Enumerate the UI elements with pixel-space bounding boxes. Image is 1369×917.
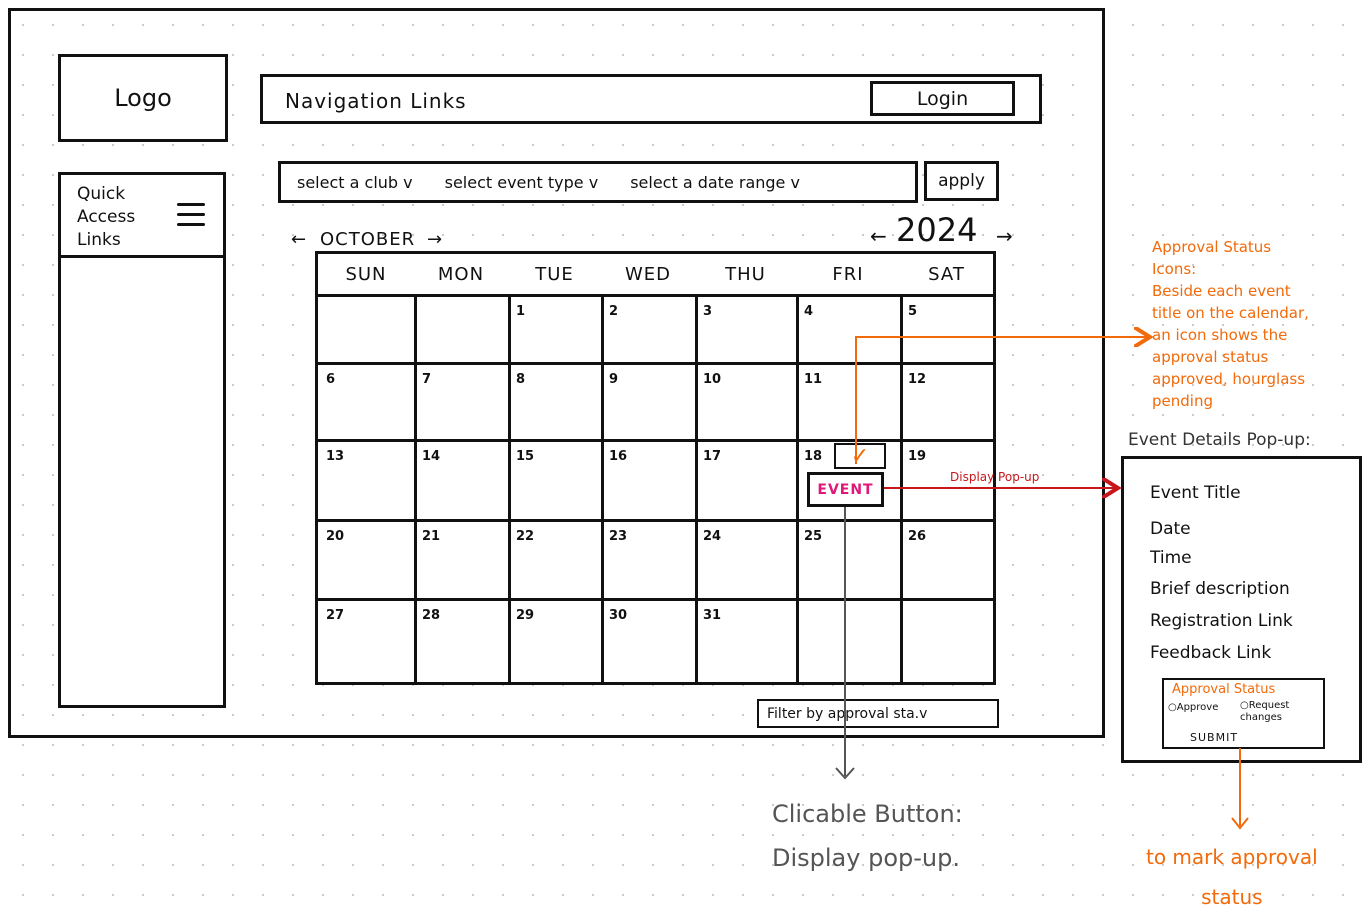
day-name: FRI: [832, 264, 864, 285]
sidebar-title: Quick Access Links: [77, 184, 136, 250]
day-name: SUN: [345, 264, 387, 285]
grid-column-line: [796, 294, 799, 682]
login-label: Login: [916, 87, 969, 110]
day-cell[interactable]: 14: [422, 449, 440, 464]
approval-icons-annotation: Approval Status Icons: Beside each event…: [1152, 238, 1309, 410]
date-range-select[interactable]: select a date range v: [630, 173, 800, 192]
grid-row-line: [318, 598, 993, 601]
day-cell[interactable]: 24: [703, 529, 721, 544]
popup-description: Brief description: [1150, 579, 1290, 599]
club-select[interactable]: select a club v: [297, 173, 413, 192]
mark-status-arrowhead: [1231, 817, 1249, 830]
day-cell[interactable]: 22: [516, 529, 534, 544]
day-cell[interactable]: 19: [908, 449, 926, 464]
day-cell[interactable]: 11: [804, 372, 822, 387]
grid-column-line: [601, 294, 604, 682]
day-name: SAT: [928, 264, 965, 285]
month-label: OCTOBER: [320, 229, 416, 250]
prev-month-arrow-icon[interactable]: ←: [291, 229, 306, 250]
popup-time: Time: [1150, 548, 1192, 568]
day-cell[interactable]: 26: [908, 529, 926, 544]
request-changes-radio[interactable]: ○Request changes: [1240, 700, 1289, 724]
checkmark-icon: ✓: [850, 443, 870, 469]
day-cell[interactable]: 6: [326, 372, 335, 387]
day-cell[interactable]: 13: [326, 449, 344, 464]
day-cell[interactable]: 27: [326, 608, 344, 623]
popup-registration-link[interactable]: Registration Link: [1150, 611, 1293, 631]
approval-status-filter[interactable]: Filter by approval sta.v: [757, 699, 999, 728]
grid-row-line: [318, 294, 993, 297]
day-cell[interactable]: 17: [703, 449, 721, 464]
next-year-arrow-icon[interactable]: →: [996, 224, 1013, 248]
grid-column-line: [900, 294, 903, 682]
navigation-links[interactable]: Navigation Links: [285, 89, 467, 113]
approve-radio[interactable]: ○Approve: [1168, 702, 1218, 713]
day-cell[interactable]: 31: [703, 608, 721, 623]
day-cell[interactable]: 8: [516, 372, 525, 387]
day-name: THU: [725, 264, 766, 285]
prev-year-arrow-icon[interactable]: ←: [870, 224, 887, 248]
sidebar-header: Quick Access Links: [61, 175, 223, 258]
submit-button[interactable]: SUBMIT: [1190, 731, 1238, 744]
popup-feedback-link[interactable]: Feedback Link: [1150, 643, 1271, 663]
day-cell[interactable]: 2: [609, 304, 618, 319]
approval-check-icon: ✓: [834, 443, 886, 469]
approval-status-box: Approval Status ○Approve ○Request change…: [1162, 678, 1325, 749]
day-cell[interactable]: 12: [908, 372, 926, 387]
apply-button[interactable]: apply: [924, 161, 999, 201]
day-cell[interactable]: 29: [516, 608, 534, 623]
popup-heading-annotation: Event Details Pop-up:: [1128, 430, 1311, 450]
event-label: EVENT: [817, 481, 874, 498]
filter-bar: select a club v select event type v sele…: [278, 161, 918, 203]
approval-filter-label: Filter by approval sta.v: [767, 705, 928, 722]
day-cell[interactable]: 25: [804, 529, 822, 544]
day-cell[interactable]: 23: [609, 529, 627, 544]
next-month-arrow-icon[interactable]: →: [427, 229, 442, 250]
day-name: WED: [624, 264, 672, 285]
apply-label: apply: [938, 171, 985, 191]
popup-date: Date: [1150, 519, 1191, 539]
grid-row-line: [318, 439, 993, 442]
day-cell[interactable]: 16: [609, 449, 627, 464]
grid-column-line: [414, 294, 417, 682]
clickable-button-annotation: Clicable Button: Display pop-up.: [772, 800, 963, 872]
grid-column-line: [508, 294, 511, 682]
day-cell[interactable]: 1: [516, 304, 525, 319]
logo-label: Logo: [114, 84, 172, 112]
calendar-grid: SUN MON TUE WED THU FRI SAT 1 2 3 4 5 6 7 8 9 10 11 12 13 14…: [315, 251, 996, 685]
quick-access-sidebar: Quick Access Links: [58, 172, 226, 708]
day-cell[interactable]: 10: [703, 372, 721, 387]
day-cell[interactable]: 3: [703, 304, 712, 319]
event-button[interactable]: EVENT: [807, 472, 884, 507]
logo[interactable]: Logo: [58, 54, 228, 142]
grid-row-line: [318, 362, 993, 365]
clickable-button-arrowhead: [835, 767, 855, 780]
day-cell[interactable]: 18: [804, 449, 822, 464]
display-popup-annotation: Display Pop-up: [950, 470, 1040, 484]
mark-status-annotation: to mark approval status: [1146, 845, 1318, 909]
day-cell[interactable]: 20: [326, 529, 344, 544]
day-cell[interactable]: 15: [516, 449, 534, 464]
hamburger-menu-icon[interactable]: [177, 203, 205, 233]
day-cell[interactable]: 28: [422, 608, 440, 623]
day-cell[interactable]: 4: [804, 304, 813, 319]
day-cell[interactable]: 21: [422, 529, 440, 544]
day-name: MON: [437, 264, 485, 285]
login-button[interactable]: Login: [870, 81, 1015, 116]
grid-row-line: [318, 519, 993, 522]
grid-column-line: [695, 294, 698, 682]
approval-status-title: Approval Status: [1172, 682, 1276, 697]
popup-event-title: Event Title: [1150, 483, 1241, 503]
year-label: 2024: [896, 211, 978, 249]
day-name: TUE: [535, 264, 574, 285]
event-type-select[interactable]: select event type v: [445, 173, 599, 192]
day-cell[interactable]: 5: [908, 304, 917, 319]
day-cell[interactable]: 7: [422, 372, 431, 387]
event-details-popup: Event Title Date Time Brief description …: [1121, 456, 1362, 763]
day-cell[interactable]: 9: [609, 372, 618, 387]
day-cell[interactable]: 30: [609, 608, 627, 623]
